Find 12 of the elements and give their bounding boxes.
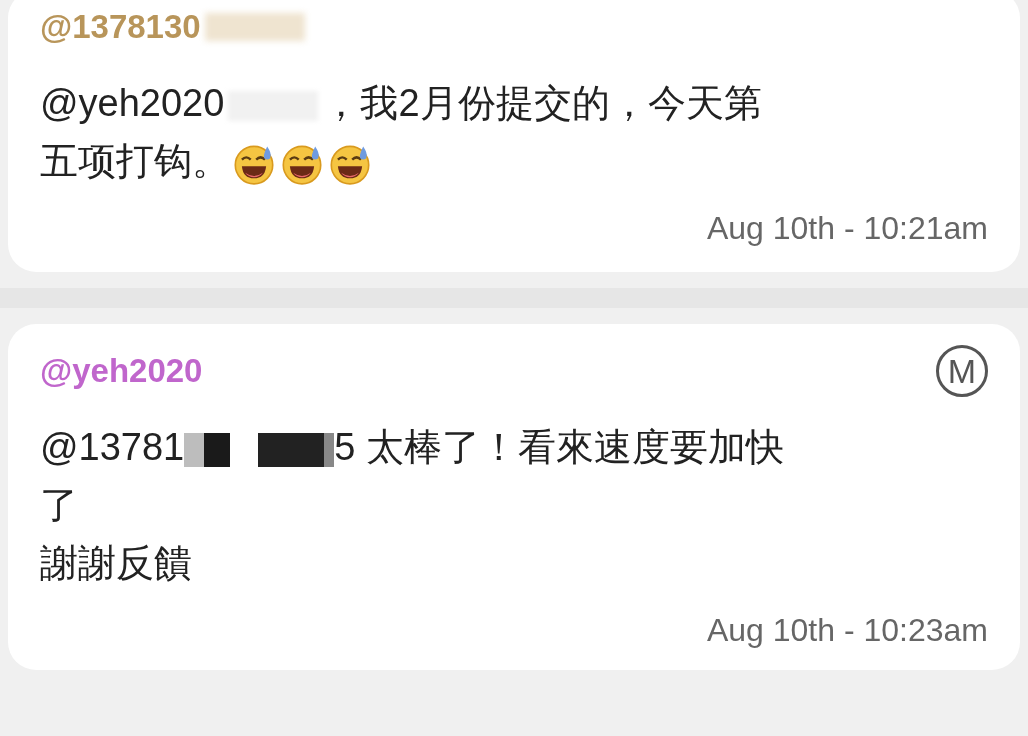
message-text: 了	[40, 484, 78, 526]
author-name[interactable]: @yeh2020	[40, 346, 203, 396]
moderator-badge: M	[936, 345, 988, 397]
timestamp: Aug 10th - 10:23am	[706, 611, 988, 650]
message-text: @yeh2020	[40, 82, 225, 124]
message-text: ，我2月份提交的，今天第	[322, 82, 762, 124]
timestamp: Aug 10th - 10:21am	[706, 209, 988, 248]
message-text: @13781	[40, 426, 185, 468]
author-name[interactable]: @1378130	[40, 2, 201, 52]
message-text: 5 太棒了！看來速度要加快	[334, 426, 784, 468]
message-text: 謝謝反饋	[40, 542, 192, 584]
message-text: 五项打钩。	[40, 140, 230, 182]
